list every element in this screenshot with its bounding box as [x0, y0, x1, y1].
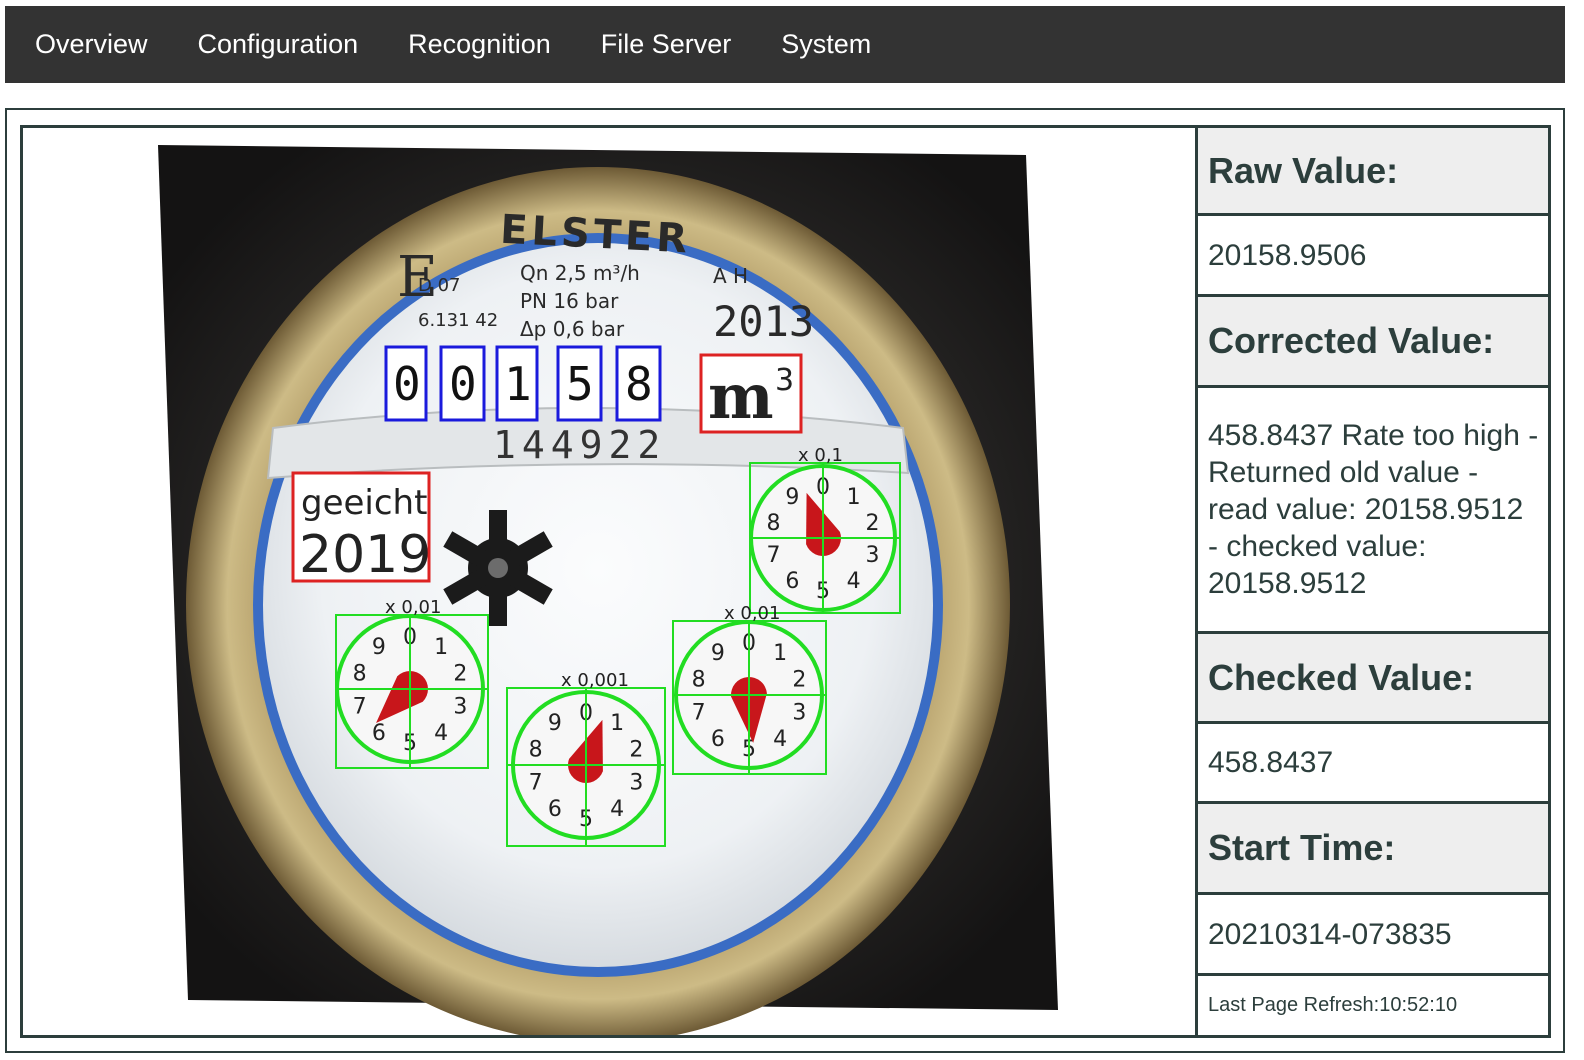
- dial-number: 2: [792, 668, 806, 693]
- dial-number: 9: [711, 641, 725, 666]
- svg-text:1: 1: [504, 357, 532, 411]
- nav-system[interactable]: System: [756, 6, 896, 83]
- top-navbar: Overview Configuration Recognition File …: [5, 6, 1565, 83]
- raw-value-header: Raw Value:: [1198, 128, 1548, 216]
- values-column: Raw Value: 20158.9506 Corrected Value: 4…: [1198, 128, 1548, 1035]
- checked-value-header: Checked Value:: [1198, 634, 1548, 724]
- dial-number: 6: [372, 721, 386, 746]
- dial-number: 1: [610, 711, 624, 736]
- checked-value-cell: 458.8437: [1198, 724, 1548, 804]
- dial-factor-label: x 0,1: [798, 445, 843, 466]
- meter-cert-1: 6.131 42: [418, 310, 498, 331]
- dial-number: 8: [529, 738, 543, 763]
- svg-text:3: 3: [775, 363, 794, 398]
- start-time: 20210314-073835: [1208, 917, 1452, 951]
- corrected-value-label: Corrected Value:: [1208, 320, 1495, 361]
- raw-value: 20158.9506: [1208, 238, 1367, 272]
- seal-word: geeicht: [301, 483, 427, 523]
- dial-number: 1: [773, 641, 787, 666]
- dial-number: 4: [434, 721, 448, 746]
- dial-number: 4: [847, 569, 861, 594]
- meter-cert-0: D 07: [418, 275, 461, 296]
- digit-rois: 0 0 1 5 8: [384, 345, 662, 422]
- meter-spec-0: Qn 2,5 m³/h: [520, 261, 640, 285]
- svg-text:0: 0: [449, 357, 477, 411]
- meter-image-cell: ELSTER Qn 2,5 m³/h PN 16 bar Δp 0,6 bar …: [23, 128, 1195, 1035]
- dial-number: 6: [711, 727, 725, 752]
- dial-factor-label: x 0,01: [385, 597, 441, 618]
- dial-number: 7: [353, 694, 367, 719]
- nav-configuration[interactable]: Configuration: [173, 6, 384, 83]
- corrected-value-cell: 458.8437 Rate too high - Returned old va…: [1198, 388, 1548, 634]
- dial-number: 3: [865, 543, 879, 568]
- corrected-value: 458.8437 Rate too high - Returned old va…: [1208, 419, 1539, 600]
- dial-number: 2: [865, 511, 879, 536]
- last-refresh-cell: Last Page Refresh:10:52:10: [1198, 976, 1548, 1035]
- meter-year: 2013: [713, 297, 814, 346]
- nav-recognition[interactable]: Recognition: [383, 6, 576, 83]
- dial-number: 8: [353, 662, 367, 687]
- dial-number: 6: [548, 797, 562, 822]
- dial-number: 2: [629, 738, 643, 763]
- checked-value: 458.8437: [1208, 746, 1334, 779]
- dial-number: 1: [847, 485, 861, 510]
- dial-factor-label: x 0,01: [724, 603, 780, 624]
- dial-number: 7: [692, 700, 706, 725]
- dial-number: 7: [529, 770, 543, 795]
- dial-number: 4: [610, 797, 624, 822]
- checked-value-label: Checked Value:: [1208, 656, 1475, 698]
- dial-number: 9: [548, 711, 562, 736]
- nav-file-server[interactable]: File Server: [576, 6, 757, 83]
- dial-number: 7: [767, 543, 781, 568]
- dial-number: 3: [629, 770, 643, 795]
- start-time-label: Start Time:: [1208, 827, 1396, 868]
- svg-text:8: 8: [625, 357, 653, 411]
- dial-number: 6: [785, 569, 799, 594]
- seal-year: 2019: [299, 525, 431, 585]
- raw-value-cell: 20158.9506: [1198, 216, 1548, 297]
- meter-serial: 144922: [493, 423, 666, 467]
- start-time-header: Start Time:: [1198, 804, 1548, 895]
- dial-number: 9: [372, 635, 386, 660]
- meter-spec-1: PN 16 bar: [520, 289, 619, 313]
- corrected-value-header: Corrected Value:: [1198, 297, 1548, 388]
- dial-number: 2: [453, 662, 467, 687]
- dial-factor-label: x 0,001: [561, 670, 629, 691]
- start-time-cell: 20210314-073835: [1198, 895, 1548, 976]
- svg-text:0: 0: [393, 357, 421, 411]
- meter-image: ELSTER Qn 2,5 m³/h PN 16 bar Δp 0,6 bar …: [158, 145, 1058, 1035]
- dial-number: 8: [767, 511, 781, 536]
- meter-spec-2: Δp 0,6 bar: [520, 317, 625, 341]
- meter-ah: A H: [713, 264, 748, 288]
- dial-number: 9: [785, 485, 799, 510]
- unit-text: m: [708, 360, 774, 433]
- raw-value-label: Raw Value:: [1208, 149, 1399, 191]
- dial-number: 1: [434, 635, 448, 660]
- dial-number: 8: [692, 668, 706, 693]
- dial-number: 3: [453, 694, 467, 719]
- dial-number: 3: [792, 700, 806, 725]
- dial-number: 4: [773, 727, 787, 752]
- svg-text:5: 5: [566, 357, 594, 411]
- nav-overview[interactable]: Overview: [10, 6, 173, 83]
- last-page-refresh: Last Page Refresh:10:52:10: [1208, 994, 1458, 1016]
